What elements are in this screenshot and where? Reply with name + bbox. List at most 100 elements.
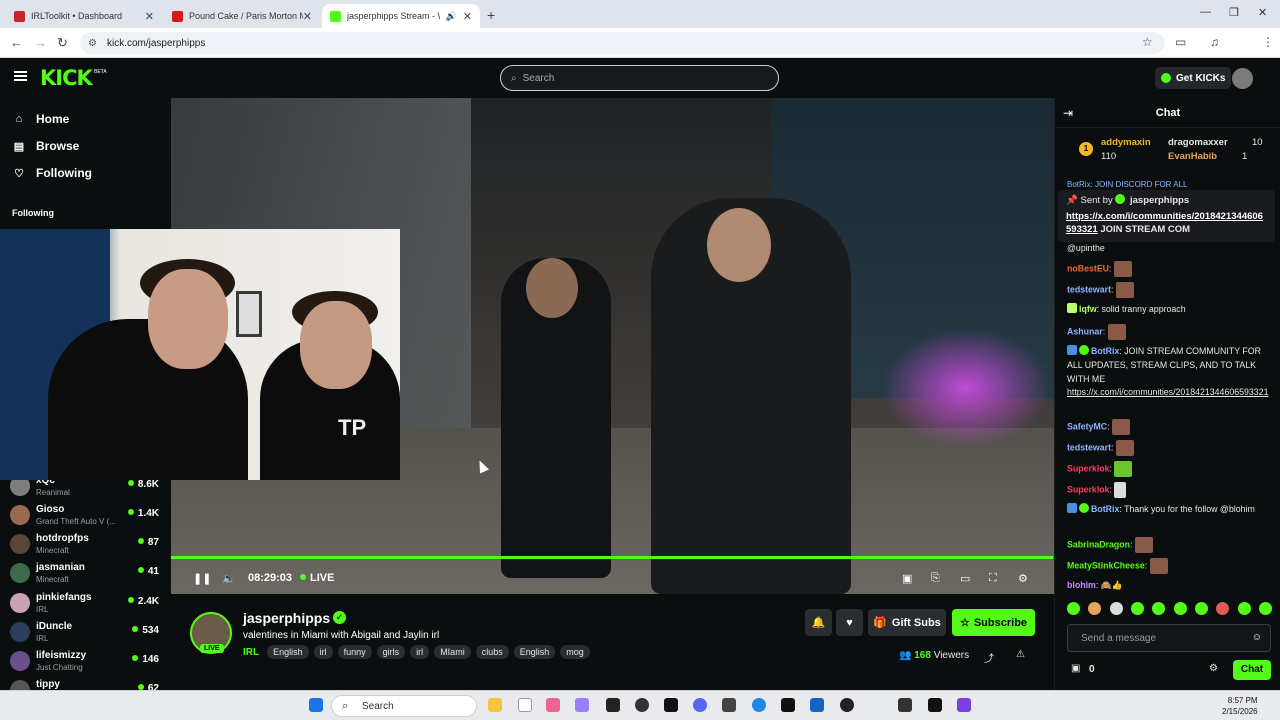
tag[interactable]: girls [376,645,406,659]
browser-menu-icon[interactable]: ⋮ [1262,35,1274,49]
report-icon[interactable]: ⚠ [1016,649,1025,660]
cast-icon[interactable]: ▭ [1175,35,1186,49]
forward-icon[interactable]: → [34,35,47,50]
category-link[interactable]: IRL [243,647,259,658]
emote [1134,537,1153,553]
taskbar-search[interactable]: ⌕ Search [331,695,477,717]
app-icon[interactable] [810,698,824,712]
tag[interactable]: mog [560,645,590,659]
picture-in-picture-icon[interactable]: ▣ [902,572,912,585]
back-icon[interactable]: ← [10,35,23,50]
emoji-picker-icon[interactable]: ☺ [1252,632,1262,643]
live-indicator[interactable]: LIVE [300,572,334,584]
browser-tab-irltoolkit[interactable]: IRLToolkit • Dashboard ✕ [6,4,162,28]
webcam-wall-frame [236,291,262,337]
new-tab-icon[interactable]: + [487,7,495,23]
emote-button[interactable] [1258,602,1272,615]
file-explorer-icon[interactable] [488,698,502,712]
browser-tab-kick[interactable]: jasperphipps Stream - Wat 🔊 ✕ [322,4,480,28]
app-icon[interactable] [722,698,736,712]
chrome-icon[interactable] [840,698,854,712]
minimize-icon[interactable]: — [1200,6,1211,18]
close-tab-icon[interactable]: ✕ [463,10,472,23]
emote-button[interactable] [1130,602,1144,615]
send-chat-button[interactable]: Chat [1233,660,1271,680]
close-tab-icon[interactable]: ✕ [145,10,154,23]
followed-channel[interactable]: Gioso Grand Theft Auto V (... 1.4K [10,502,162,530]
obs-icon[interactable] [635,698,649,712]
user-avatar[interactable] [1232,68,1253,89]
notepad-icon[interactable] [518,698,532,712]
app-icon[interactable] [664,698,678,712]
volume-icon[interactable]: 🔈 [222,572,236,585]
media-control-icon[interactable]: ♫ [1210,35,1219,49]
app-icon[interactable] [575,698,589,712]
app-icon[interactable] [752,698,766,712]
emote-button[interactable] [1216,602,1230,615]
share-icon[interactable]: ⤴ [984,650,994,665]
close-window-icon[interactable]: ✕ [1258,6,1267,19]
audio-icon[interactable]: 🔊 [446,11,457,22]
tag[interactable]: irl [313,645,333,659]
tag[interactable]: funny [337,645,372,659]
emote-button[interactable] [1152,602,1166,615]
tag[interactable]: English [513,645,556,659]
pause-icon[interactable]: ❚❚ [193,572,211,585]
emote-button[interactable] [1067,602,1080,615]
theater-mode-icon[interactable]: ▭ [960,572,970,585]
app-icon[interactable] [957,698,971,712]
app-icon[interactable] [898,698,912,712]
emote-button[interactable] [1088,602,1102,615]
notification-bell-button[interactable]: 🔔 [805,609,832,636]
close-tab-icon[interactable]: ✕ [303,10,312,23]
search-input[interactable]: ⌕ Search [500,65,779,91]
tag[interactable]: MIami [434,645,471,659]
tag[interactable]: clubs [475,645,509,659]
chat-settings-icon[interactable]: ⚙ [1209,663,1218,674]
clip-icon[interactable]: ⎘ [931,572,940,585]
discord-icon[interactable] [693,698,707,712]
terminal-icon[interactable] [928,698,942,712]
followed-channel[interactable]: lifeismizzy Just Chatting 146 [10,648,162,676]
chat-message-input[interactable]: Send a message ☺ [1067,624,1271,652]
reload-icon[interactable]: ↻ [57,35,68,51]
chat-message: Ashunar: [1067,324,1275,340]
bookmark-star-icon[interactable]: ☆ [1142,35,1153,49]
taskbar-clock[interactable]: 8:57 PM 2/15/2026 [1222,695,1258,717]
follow-heart-button[interactable]: ♥ [836,609,863,636]
emote-button[interactable] [1194,602,1208,615]
streamer-name[interactable]: jasperphipps [243,610,330,626]
browser-tab-pound-cake[interactable]: Pound Cake / Paris Morton Mu ✕ [164,4,320,28]
restore-icon[interactable]: ❐ [1229,6,1239,19]
sidebar-item-following[interactable]: ♡ Following [12,166,92,180]
emote-button[interactable] [1237,602,1251,615]
gift-subs-button[interactable]: 🎁 Gift Subs [868,609,946,636]
tag[interactable]: English [267,645,309,659]
chat-message: noBestEU: [1067,261,1275,277]
site-info-icon[interactable]: ⚙ [88,38,97,49]
channel-points-icon[interactable]: ▣ [1071,663,1080,674]
emote [1115,282,1134,298]
followed-channel[interactable]: iDuncle IRL 534 [10,619,162,647]
pinned-message[interactable]: 📌 Sent by jasperphipps https://x.com/i/c… [1058,190,1275,242]
followed-channel[interactable]: hotdropfps Minecraft 87 [10,531,162,559]
followed-channel[interactable]: jasmanian Minecraft 41 [10,560,162,588]
sidebar-item-home[interactable]: ⌂ Home [12,112,70,126]
fullscreen-icon[interactable]: ⛶ [989,572,997,585]
video-progress-bar[interactable] [171,556,1053,559]
epic-games-icon[interactable] [606,698,620,712]
hamburger-menu-icon[interactable] [14,71,27,81]
windows-start-icon[interactable] [309,698,323,712]
get-kicks-button[interactable]: Get KICKs [1155,67,1232,89]
settings-gear-icon[interactable]: ⚙ [1018,572,1028,585]
app-icon[interactable] [781,698,795,712]
tag[interactable]: irl [410,645,430,659]
kick-logo[interactable]: KICK [40,66,93,90]
emote-button[interactable] [1173,602,1187,615]
music-app-icon[interactable] [546,698,560,712]
url-field[interactable]: ⚙ kick.com/jasperphipps [80,32,1165,54]
followed-channel[interactable]: pinkiefangs IRL 2.4K [10,590,162,618]
sidebar-item-browse[interactable]: ▤ Browse [12,139,80,153]
subscribe-button[interactable]: ☆ Subscribe [952,609,1035,636]
emote-button[interactable] [1109,602,1123,615]
